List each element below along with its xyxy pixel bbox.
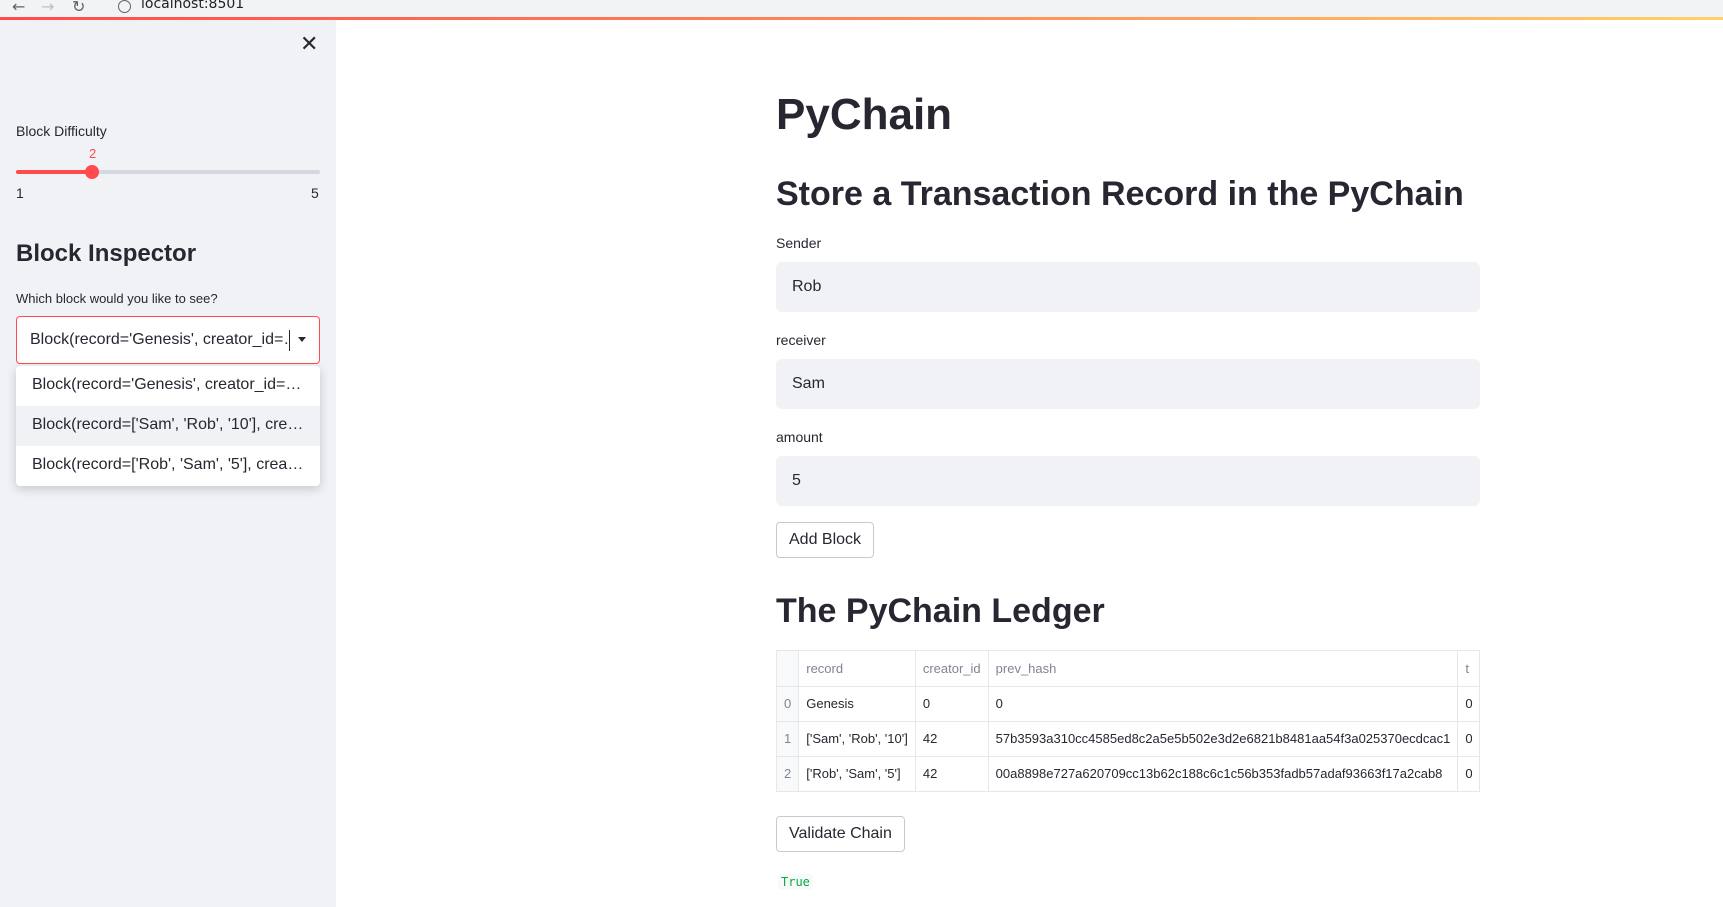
table-cell[interactable]: ['Sam', 'Rob', '10'] xyxy=(798,721,916,757)
difficulty-slider-thumb[interactable] xyxy=(85,165,99,179)
column-header[interactable]: t xyxy=(1457,651,1479,687)
table-cell[interactable]: 0 xyxy=(1457,721,1479,757)
table-cell[interactable]: 57b3593a310cc4585ed8c2a5e5b502e3d2e6821b… xyxy=(988,721,1459,757)
sidebar: ✕ Block Difficulty 2 1 5 Block Inspector… xyxy=(0,20,336,907)
column-header[interactable] xyxy=(777,651,800,687)
amount-input[interactable] xyxy=(776,456,1480,506)
caret-down-icon[interactable] xyxy=(298,337,306,342)
block-select-label: Which block would you like to see? xyxy=(16,291,218,306)
table-row: 2 ['Rob', 'Sam', '5'] 42 00a8898e727a620… xyxy=(777,756,1479,791)
difficulty-slider-fill xyxy=(16,170,92,174)
table-cell[interactable]: 0 xyxy=(1457,756,1479,791)
table-cell[interactable]: 00a8898e727a620709cc13b62c188c6c1c56b353… xyxy=(988,756,1459,791)
store-transaction-heading: Store a Transaction Record in the PyChai… xyxy=(776,175,1464,213)
dropdown-option[interactable]: Block(record='Genesis', creator_id=0, … xyxy=(16,366,320,406)
table-cell[interactable]: 0 xyxy=(988,686,1459,722)
browser-toolbar: ← → ↻ localhost:8501 xyxy=(0,0,1723,17)
difficulty-slider-value: 2 xyxy=(89,146,97,161)
table-cell[interactable]: 42 xyxy=(915,721,989,757)
difficulty-max-label: 5 xyxy=(311,185,319,201)
row-index: 2 xyxy=(777,756,800,791)
dropdown-option[interactable]: Block(record=['Rob', 'Sam', '5'], creato… xyxy=(16,446,320,486)
table-header-row: record creator_id prev_hash t xyxy=(777,651,1479,687)
table-cell[interactable]: ['Rob', 'Sam', '5'] xyxy=(798,756,916,791)
site-info-icon[interactable] xyxy=(118,0,131,13)
difficulty-min-label: 1 xyxy=(16,185,24,201)
column-header[interactable]: record xyxy=(798,651,916,687)
block-select[interactable]: Block(record='Genesis', creator_id=… xyxy=(16,316,320,364)
select-separator xyxy=(289,330,290,351)
close-sidebar-icon[interactable]: ✕ xyxy=(300,34,318,56)
table-row: 0 Genesis 0 0 0 xyxy=(777,686,1479,722)
difficulty-label: Block Difficulty xyxy=(16,123,107,139)
table-row: 1 ['Sam', 'Rob', '10'] 42 57b3593a310cc4… xyxy=(777,721,1479,757)
column-header[interactable]: prev_hash xyxy=(988,651,1459,687)
block-select-value: Block(record='Genesis', creator_id=… xyxy=(30,331,288,348)
ledger-heading: The PyChain Ledger xyxy=(776,592,1105,630)
sender-label: Sender xyxy=(776,235,822,251)
amount-label: amount xyxy=(776,429,823,445)
forward-arrow-icon[interactable]: → xyxy=(41,0,54,16)
receiver-label: receiver xyxy=(776,332,826,348)
ledger-table: record creator_id prev_hash t 0 Genesis … xyxy=(776,650,1480,792)
table-cell[interactable]: 0 xyxy=(915,686,989,722)
table-cell[interactable]: Genesis xyxy=(798,686,916,722)
table-cell[interactable]: 42 xyxy=(915,756,989,791)
difficulty-slider-track[interactable] xyxy=(16,170,320,174)
receiver-input[interactable] xyxy=(776,359,1480,409)
back-arrow-icon[interactable]: ← xyxy=(12,0,25,16)
add-block-button[interactable]: Add Block xyxy=(776,522,875,558)
validate-chain-button[interactable]: Validate Chain xyxy=(776,816,905,852)
row-index: 1 xyxy=(777,721,800,757)
validation-result: True xyxy=(778,874,813,890)
page-title: PyChain xyxy=(776,90,953,139)
sender-input[interactable] xyxy=(776,262,1480,312)
table-cell[interactable]: 0 xyxy=(1457,686,1479,722)
address-bar-url[interactable]: localhost:8501 xyxy=(141,0,244,12)
reload-icon[interactable]: ↻ xyxy=(72,0,85,16)
column-header[interactable]: creator_id xyxy=(915,651,989,687)
block-inspector-heading: Block Inspector xyxy=(16,240,197,267)
row-index: 0 xyxy=(777,686,800,722)
dropdown-option[interactable]: Block(record=['Sam', 'Rob', '10'], creat… xyxy=(16,406,320,446)
block-select-dropdown: Block(record='Genesis', creator_id=0, … … xyxy=(16,366,320,486)
